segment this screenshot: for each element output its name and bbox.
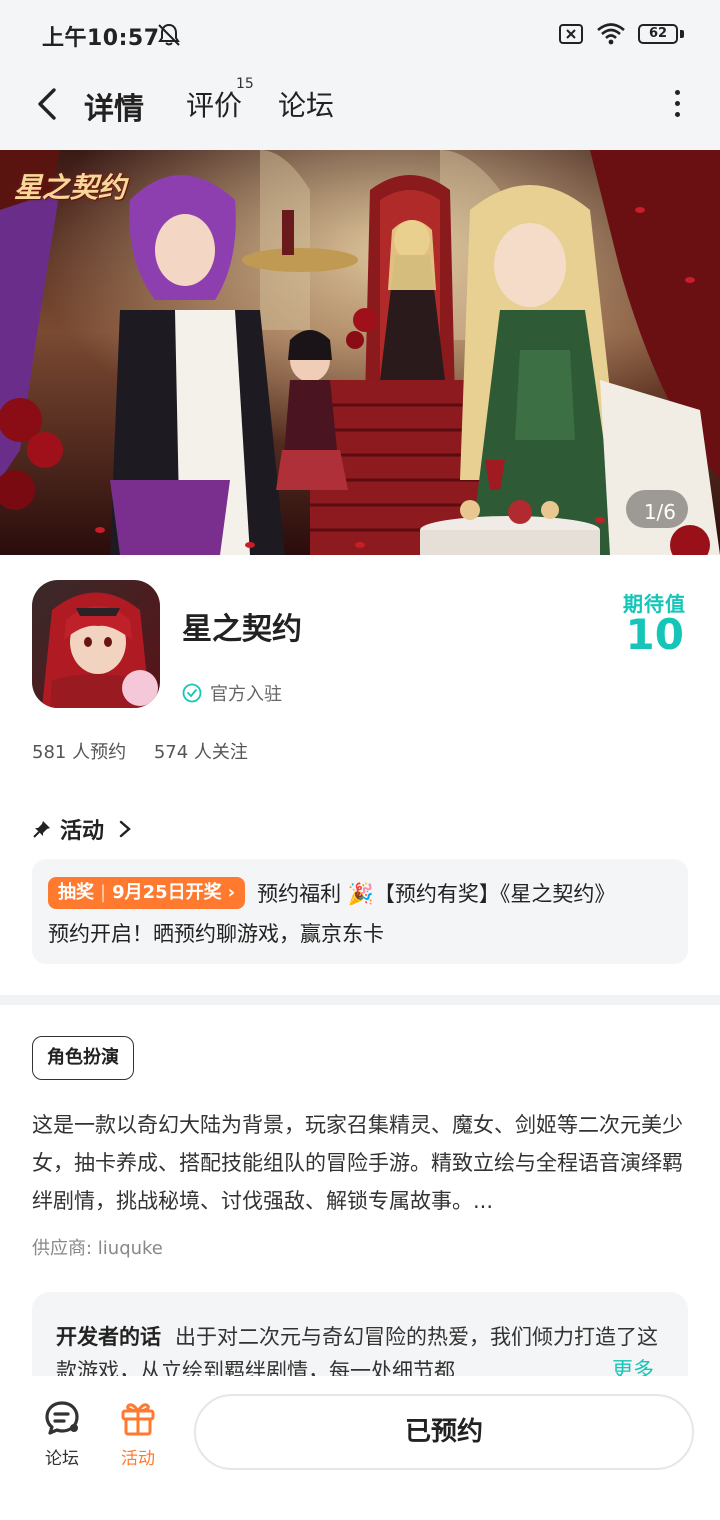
tab-detail-label: 详情 <box>84 92 144 127</box>
follower-count: 574 人关注 <box>153 742 248 763</box>
app-name: 星之契约 <box>182 612 302 647</box>
activity-heading-label: 活动 <box>60 819 105 844</box>
lottery-tag-type: 抽奖 <box>58 882 94 903</box>
forum-chat-icon <box>45 1401 79 1435</box>
developer-note-title: 开发者的话 <box>56 1325 161 1349</box>
more-vert-icon[interactable] <box>672 90 682 120</box>
tab-detail[interactable]: 详情 <box>80 84 148 128</box>
review-count-badge: 15 <box>236 76 254 92</box>
tab-forum-label: 论坛 <box>278 89 335 122</box>
reserved-button[interactable]: 已预约 <box>194 1394 694 1470</box>
bottom-forum-button[interactable]: 论坛 <box>32 1398 92 1469</box>
bottom-activity-button[interactable]: 活动 <box>108 1398 168 1469</box>
wifi-icon <box>597 23 625 45</box>
activity-title-line1: 预约福利 🎉【预约有奖】《星之契约》 <box>257 882 616 906</box>
tab-forum[interactable]: 论坛 <box>278 84 334 124</box>
status-time: 上午10:57 <box>42 26 160 51</box>
official-badge: 官方入驻 <box>182 680 282 706</box>
reservation-count: 581 人预约 <box>32 742 127 763</box>
pin-icon <box>33 821 50 838</box>
gift-icon <box>121 1403 155 1436</box>
activity-card[interactable]: 抽奖 | 9月25日开奖 › 预约福利 🎉【预约有奖】《星之契约》 预约开启！晒… <box>32 859 688 964</box>
app-stats: 581 人预约 574 人关注 <box>32 738 270 764</box>
lottery-tag: 抽奖 | 9月25日开奖 › <box>48 877 246 909</box>
bottom-forum-label: 论坛 <box>45 1449 79 1469</box>
app-icon <box>32 580 160 708</box>
developer-note-card[interactable]: 开发者的话 出于对二次元与奇幻冒险的热爱，我们倾力打造了这款游戏，从立绘到羁绊剧情… <box>32 1292 688 1382</box>
section-divider <box>0 995 720 1005</box>
tab-review[interactable]: 评价 15 <box>186 76 254 124</box>
chevron-right-icon: › <box>227 882 236 903</box>
lottery-tag-date: 9月25日开奖 <box>112 882 222 903</box>
activity-heading[interactable]: 活动 <box>32 813 132 845</box>
bottom-activity-label: 活动 <box>121 1449 155 1469</box>
supplier-label: 供应商: liuquke <box>32 1238 163 1259</box>
back-arrow-icon[interactable] <box>32 84 64 124</box>
check-circle-icon <box>182 683 202 703</box>
chevron-right-icon <box>119 820 131 838</box>
official-label: 官方入驻 <box>210 684 282 705</box>
tab-review-label: 评价 <box>186 89 243 122</box>
battery-level: 62 <box>638 24 678 44</box>
game-description[interactable]: 这是一款以奇幻大陆为背景，玩家召集精灵、魔女、剑姬等二次元美少女，抽卡养成、搭配… <box>32 1106 692 1220</box>
sim-x-icon <box>559 24 583 44</box>
bottom-action-bar: 论坛 活动 已预约 <box>0 1376 720 1520</box>
status-bar: 上午10:57 62 <box>0 0 720 70</box>
bell-muted-icon <box>158 23 180 46</box>
banner-carousel[interactable]: 星之契约 1/6 <box>0 150 720 555</box>
banner-page-counter: 1/6 <box>643 500 676 524</box>
banner-image <box>0 150 720 555</box>
banner-logo: 星之契约 <box>14 171 127 204</box>
expect-value: 10 <box>625 610 684 659</box>
genre-tag[interactable]: 角色扮演 <box>32 1036 134 1080</box>
battery-icon: 62 <box>638 22 684 46</box>
activity-title-line2: 预约开启！晒预约聊游戏，赢京东卡 <box>48 922 384 946</box>
top-nav: 详情 评价 15 论坛 <box>0 70 720 150</box>
